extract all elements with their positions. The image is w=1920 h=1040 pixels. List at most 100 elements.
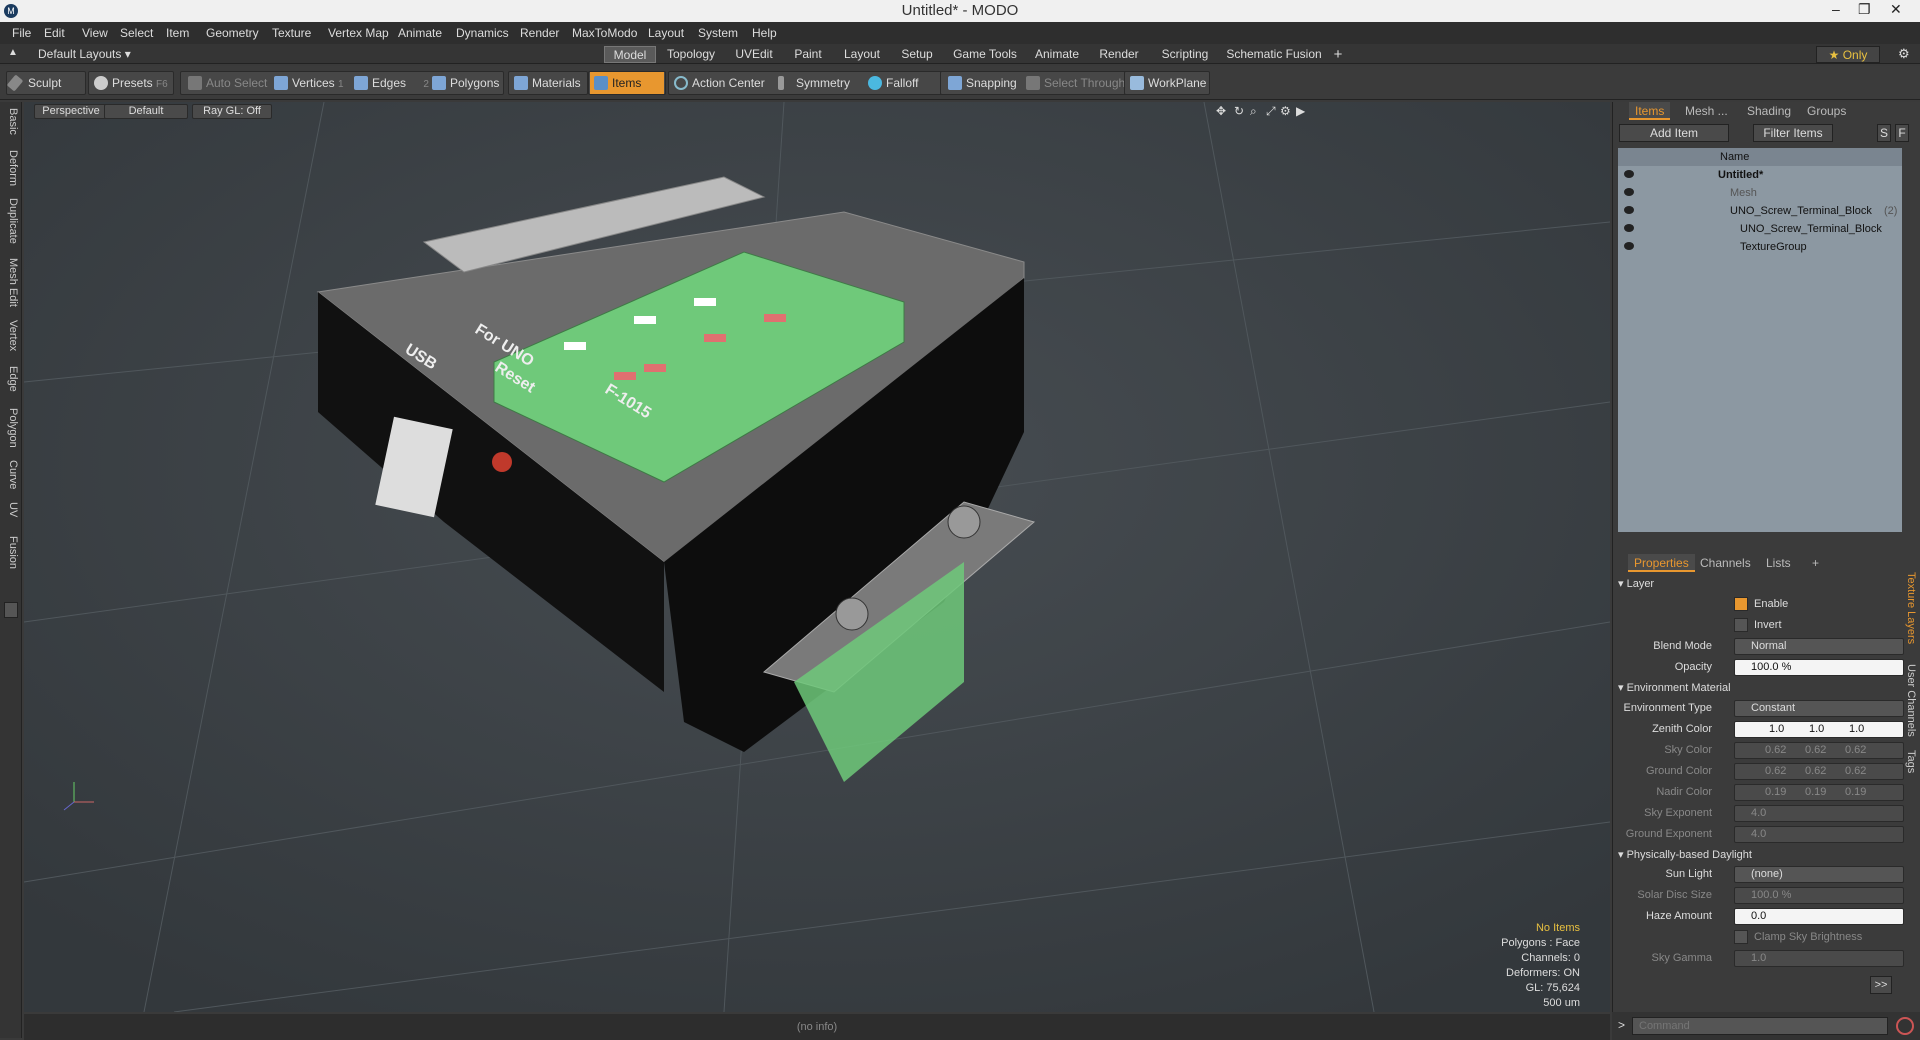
- tab-topology[interactable]: Topology: [664, 46, 718, 63]
- list-item[interactable]: TextureGroup: [1618, 238, 1902, 256]
- enable-checkbox[interactable]: [1734, 597, 1748, 611]
- view-perspective-button[interactable]: Perspective: [34, 104, 108, 119]
- ground-exp-field[interactable]: 4.0: [1734, 826, 1904, 843]
- restore-icon[interactable]: ❐: [1858, 1, 1871, 18]
- menu-geometry[interactable]: Geometry: [206, 26, 259, 40]
- workplane-button[interactable]: WorkPlane: [1126, 72, 1206, 94]
- section-daylight[interactable]: ▾ Physically-based Daylight: [1618, 847, 1908, 863]
- command-input[interactable]: [1632, 1017, 1888, 1035]
- zoom-icon[interactable]: ⌕: [1250, 104, 1257, 119]
- sun-select[interactable]: (none): [1734, 866, 1904, 883]
- tab-add[interactable]: +: [1806, 554, 1825, 572]
- list-item[interactable]: UNO_Screw_Terminal_Block: [1618, 220, 1902, 238]
- record-icon[interactable]: [1896, 1017, 1914, 1035]
- left-tab-uv[interactable]: UV: [3, 502, 19, 517]
- side-tab-texture-layers[interactable]: Texture Layers: [1901, 572, 1917, 644]
- fit-icon[interactable]: ⤢: [1266, 104, 1276, 119]
- vertices-button[interactable]: Vertices 1: [270, 72, 344, 94]
- eye-icon[interactable]: [1624, 170, 1634, 178]
- gamma-field[interactable]: 1.0: [1734, 950, 1904, 967]
- invert-checkbox[interactable]: [1734, 618, 1748, 632]
- env-type-select[interactable]: Constant: [1734, 700, 1904, 717]
- presets-button[interactable]: Presets F6: [90, 72, 168, 94]
- tab-animate[interactable]: Animate: [1030, 46, 1084, 63]
- 3d-viewport[interactable]: USB For UNO Reset F-1015 Perspective Def…: [24, 102, 1610, 1012]
- menu-layout[interactable]: Layout: [648, 26, 684, 40]
- s-button[interactable]: S: [1877, 124, 1891, 142]
- select-through-button[interactable]: Select Through: [1022, 72, 1125, 94]
- tab-scripting[interactable]: Scripting: [1154, 46, 1216, 63]
- viewport-gear-icon[interactable]: ⚙: [1280, 104, 1291, 118]
- add-tab-button[interactable]: +: [1330, 46, 1346, 63]
- side-tab-tags[interactable]: Tags: [1901, 750, 1917, 773]
- tab-channels[interactable]: Channels: [1694, 554, 1757, 572]
- items-button[interactable]: Items: [590, 72, 664, 94]
- nadir-color-field[interactable]: 0.19 0.19 0.19: [1734, 784, 1904, 801]
- tab-groups[interactable]: Groups: [1801, 102, 1852, 120]
- shading-default-button[interactable]: Default: [104, 104, 188, 119]
- left-tab-edge[interactable]: Edge: [3, 366, 19, 392]
- f-button[interactable]: F: [1895, 124, 1909, 142]
- auto-select-button[interactable]: Auto Select: [184, 72, 267, 94]
- viewport-menu-icon[interactable]: ▶: [1296, 104, 1305, 118]
- raygl-button[interactable]: Ray GL: Off: [192, 104, 272, 119]
- pan-icon[interactable]: ✥: [1216, 104, 1226, 118]
- close-icon[interactable]: ✕: [1890, 1, 1902, 18]
- polygons-button[interactable]: Polygons: [428, 72, 499, 94]
- layout-up-icon[interactable]: ▲: [8, 47, 18, 58]
- left-tab-polygon[interactable]: Polygon: [3, 408, 19, 448]
- symmetry-button[interactable]: Symmetry: [774, 72, 850, 94]
- tab-schematic-fusion[interactable]: Schematic Fusion: [1226, 46, 1322, 63]
- menu-maxtomodo[interactable]: MaxToModo: [572, 26, 637, 40]
- tab-items[interactable]: Items: [1629, 102, 1671, 120]
- left-tab-duplicate[interactable]: Duplicate: [3, 198, 19, 244]
- left-tab-vertex[interactable]: Vertex: [3, 320, 19, 351]
- ground-color-field[interactable]: 0.62 0.62 0.62: [1734, 763, 1904, 780]
- left-tab-deform[interactable]: Deform: [3, 150, 19, 186]
- left-tab-basic[interactable]: Basic: [3, 108, 19, 135]
- menu-vertex-map[interactable]: Vertex Map: [328, 26, 389, 40]
- filter-items-input[interactable]: Filter Items: [1753, 124, 1833, 142]
- sky-exp-field[interactable]: 4.0: [1734, 805, 1904, 822]
- eye-icon[interactable]: [1624, 242, 1634, 250]
- clamp-checkbox[interactable]: [1734, 930, 1748, 944]
- tab-mesh[interactable]: Mesh ...: [1679, 102, 1734, 120]
- haze-field[interactable]: 0.0: [1734, 908, 1904, 925]
- tab-render[interactable]: Render: [1094, 46, 1144, 63]
- minimize-icon[interactable]: –: [1832, 1, 1840, 17]
- menu-select[interactable]: Select: [120, 26, 153, 40]
- menu-system[interactable]: System: [698, 26, 738, 40]
- tab-game-tools[interactable]: Game Tools: [950, 46, 1020, 63]
- left-tab-mesh-edit[interactable]: Mesh Edit: [3, 258, 19, 307]
- tab-shading[interactable]: Shading: [1741, 102, 1797, 120]
- default-layouts-dropdown[interactable]: Default Layouts ▾: [38, 47, 131, 61]
- tab-model[interactable]: Model: [604, 46, 656, 63]
- menu-render[interactable]: Render: [520, 26, 559, 40]
- tab-uvedit[interactable]: UVEdit: [730, 46, 778, 63]
- list-item[interactable]: Untitled*: [1618, 166, 1902, 184]
- tab-paint[interactable]: Paint: [788, 46, 828, 63]
- menu-file[interactable]: File: [12, 26, 31, 40]
- left-panel-toggle[interactable]: [4, 602, 18, 618]
- side-tab-user-channels[interactable]: User Channels: [1901, 664, 1917, 737]
- eye-icon[interactable]: [1624, 224, 1634, 232]
- opacity-field[interactable]: 100.0 %: [1734, 659, 1904, 676]
- only-button[interactable]: ★ Only: [1816, 46, 1880, 63]
- eye-icon[interactable]: [1624, 188, 1634, 196]
- tab-lists[interactable]: Lists: [1760, 554, 1797, 572]
- add-item-button[interactable]: Add Item: [1619, 124, 1729, 142]
- eye-icon[interactable]: [1624, 206, 1634, 214]
- snapping-button[interactable]: Snapping: [944, 72, 1017, 94]
- tab-properties[interactable]: Properties: [1628, 554, 1695, 572]
- more-button[interactable]: >>: [1870, 976, 1892, 994]
- blend-mode-select[interactable]: Normal: [1734, 638, 1904, 655]
- menu-animate[interactable]: Animate: [398, 26, 442, 40]
- sculpt-button[interactable]: Sculpt: [6, 72, 61, 94]
- list-item[interactable]: UNO_Screw_Terminal_Block (2): [1618, 202, 1902, 220]
- menu-item[interactable]: Item: [166, 26, 189, 40]
- list-item[interactable]: Mesh: [1618, 184, 1902, 202]
- edges-button[interactable]: Edges 2: [350, 72, 429, 94]
- menu-edit[interactable]: Edit: [44, 26, 65, 40]
- disc-field[interactable]: 100.0 %: [1734, 887, 1904, 904]
- menu-help[interactable]: Help: [752, 26, 777, 40]
